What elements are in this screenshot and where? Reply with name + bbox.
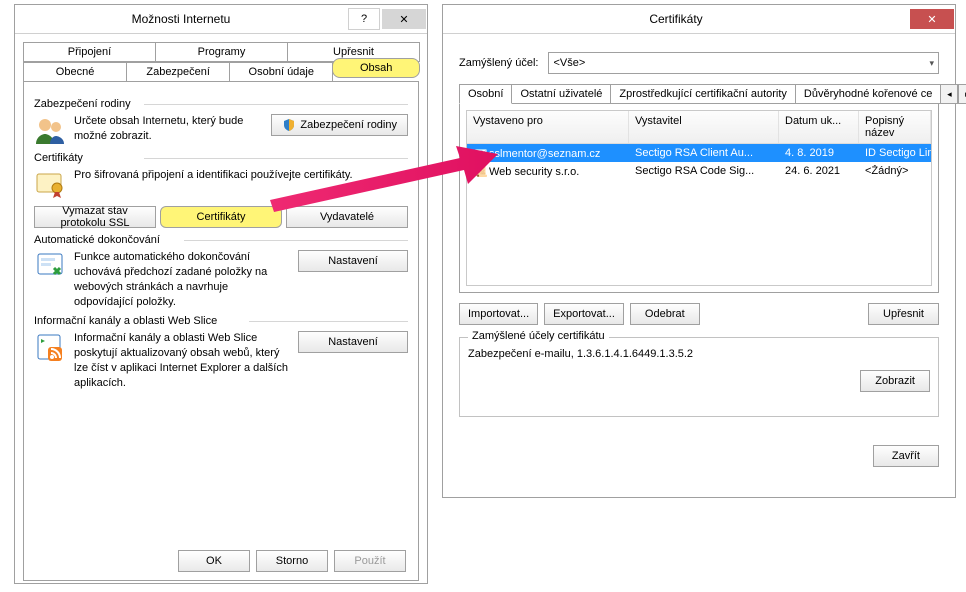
section-feeds-title: Informační kanály a oblasti Web Slice [34,315,408,327]
tab-scroll-left[interactable]: ◂ [940,84,958,104]
tab-security[interactable]: Zabezpečení [126,62,230,82]
tab-privacy[interactable]: Osobní údaje [229,62,333,82]
cert-tab-others[interactable]: Ostatní uživatelé [511,84,611,104]
clear-ssl-button[interactable]: Vymazat stav protokolu SSL [34,206,156,228]
section-auto-title: Automatické dokončování [34,234,408,246]
family-icon [34,114,66,146]
feeds-desc: Informační kanály a oblasti Web Slice po… [74,331,290,390]
io-tabs-bottom-row: Obecné Zabezpečení Osobní údaje Obsah [23,62,419,82]
cert-close-button[interactable]: ✕ [910,9,954,29]
io-titlebar: Možnosti Internetu ? ✕ [15,5,427,34]
purposes-text: Zabezpečení e-mailu, 1.3.6.1.4.1.6449.1.… [468,348,693,360]
cert-list-frame: Vystaveno pro Vystavitel Datum uk... Pop… [459,103,939,293]
col-issuer[interactable]: Vystavitel [629,111,779,143]
publishers-button[interactable]: Vydavatelé [286,206,408,228]
tab-scroll-right[interactable]: ▸ [958,84,966,104]
section-family-title: Zabezpečení rodiny [34,98,408,110]
col-friendly[interactable]: Popisný název [859,111,931,143]
feeds-settings-button[interactable]: Nastavení [298,331,408,353]
io-dialog-buttons: OK Storno Použít [178,550,406,572]
cert-action-buttons: Importovat... Exportovat... Odebrat Upře… [459,303,939,325]
cert-tab-personal[interactable]: Osobní [459,84,512,104]
autocomplete-icon [34,250,66,282]
cert-list[interactable]: Vystaveno pro Vystavitel Datum uk... Pop… [466,110,932,286]
apply-button[interactable]: Použít [334,550,406,572]
show-button[interactable]: Zobrazit [860,370,930,392]
tab-programs[interactable]: Programy [155,42,288,62]
certificates-window: Certifikáty ✕ Zamýšlený účel: <Vše> ▾ Os… [442,4,956,498]
auto-desc: Funkce automatického dokončování uchováv… [74,250,290,309]
remove-button[interactable]: Odebrat [630,303,700,325]
cert-tab-intermediate[interactable]: Zprostředkující certifikační autority [610,84,796,104]
io-content: Připojení Programy Upřesnit Obecné Zabez… [15,34,427,589]
feeds-icon [34,331,66,363]
advanced-button[interactable]: Upřesnit [868,303,939,325]
shield-icon [282,118,296,132]
cert-tabs: Osobní Ostatní uživatelé Zprostředkující… [459,84,939,104]
cert-row[interactable]: 📧sslmentor@seznam.cz Sectigo RSA Client … [467,144,931,162]
family-desc: Určete obsah Internetu, který bude možné… [74,114,263,144]
purpose-combo[interactable]: <Vše> ▾ [548,52,939,74]
io-tab-body: Zabezpečení rodiny Určete obsah Internet… [23,81,419,581]
certificates-button[interactable]: Certifikáty [160,206,282,228]
cert-row[interactable]: 📜Web security s.r.o. Sectigo RSA Code Si… [467,162,931,180]
cert-item-icon: 📧 [473,147,489,160]
close-dialog-button[interactable]: Zavřít [873,445,939,467]
purpose-row: Zamýšlený účel: <Vše> ▾ [459,52,939,74]
certs-button-bar: Vymazat stav protokolu SSL Certifikáty V… [34,206,408,228]
ok-button[interactable]: OK [178,550,250,572]
cert-content: Zamýšlený účel: <Vše> ▾ Osobní Ostatní u… [443,34,955,477]
cancel-button[interactable]: Storno [256,550,328,572]
cert-tab-root[interactable]: Důvěryhodné kořenové ce [795,84,941,104]
chevron-down-icon: ▾ [929,58,934,69]
close-button[interactable]: ✕ [382,9,426,29]
purposes-fieldset: Zamýšlené účely certifikátu Zabezpečení … [459,337,939,417]
purpose-value: <Vše> [553,57,585,69]
autocomplete-settings-button[interactable]: Nastavení [298,250,408,272]
col-expiry[interactable]: Datum uk... [779,111,859,143]
purposes-legend: Zamýšlené účely certifikátu [468,330,609,342]
import-button[interactable]: Importovat... [459,303,538,325]
col-issued-to[interactable]: Vystaveno pro [467,111,629,143]
certificate-icon [34,168,66,200]
certs-desc: Pro šifrovaná připojení a identifikaci p… [74,168,408,183]
family-safety-button[interactable]: Zabezpečení rodiny [271,114,408,136]
internet-options-window: Možnosti Internetu ? ✕ Připojení Program… [14,4,428,584]
cert-titlebar: Certifikáty ✕ [443,5,955,34]
help-button[interactable]: ? [348,8,380,30]
io-title: Možnosti Internetu [15,12,347,26]
cert-columns: Vystaveno pro Vystavitel Datum uk... Pop… [467,111,931,144]
tab-connections[interactable]: Připojení [23,42,156,62]
cert-item-icon: 📜 [473,165,489,178]
section-certs-title: Certifikáty [34,152,408,164]
cert-title: Certifikáty [443,12,909,26]
purpose-label: Zamýšlený účel: [459,57,538,69]
tab-content[interactable]: Obsah [332,58,420,78]
export-button[interactable]: Exportovat... [544,303,624,325]
tab-general[interactable]: Obecné [23,62,127,82]
